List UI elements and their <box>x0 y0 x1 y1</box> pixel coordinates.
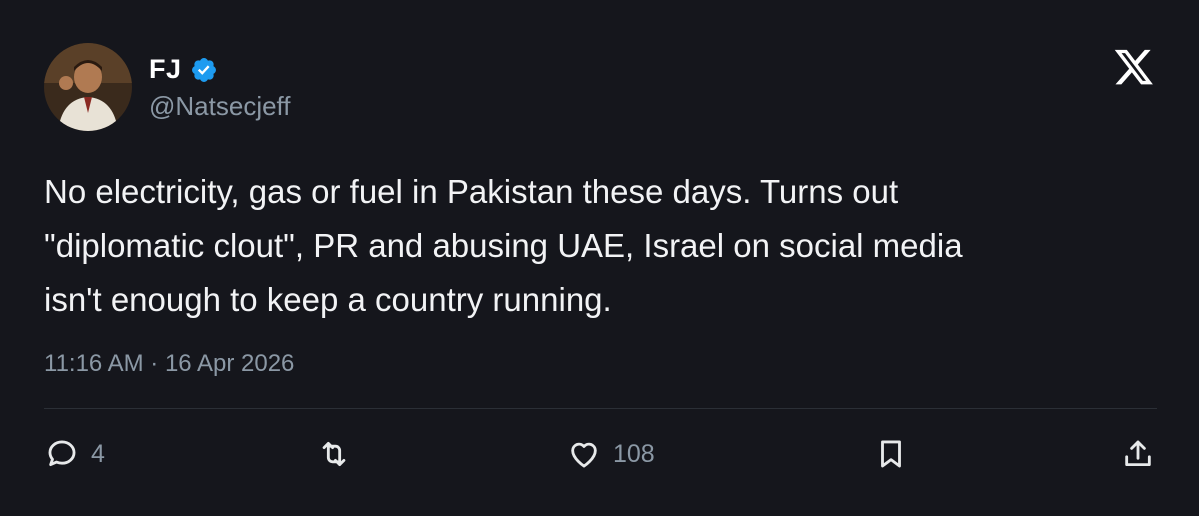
verified-badge-icon <box>191 57 216 82</box>
like-button[interactable]: 108 <box>567 437 655 471</box>
share-icon <box>1125 440 1151 467</box>
bookmark-button[interactable] <box>874 437 908 471</box>
divider <box>44 408 1157 409</box>
x-logo-icon[interactable] <box>1113 49 1155 87</box>
reply-icon <box>48 440 76 467</box>
tweet-timestamp[interactable]: 11:16 AM · 16 Apr 2026 <box>44 350 294 378</box>
heart-icon <box>571 442 597 468</box>
retweet-button[interactable] <box>317 437 351 471</box>
retweet-icon <box>322 441 346 467</box>
reply-count: 4 <box>91 439 105 468</box>
avatar-image <box>44 43 132 131</box>
share-button[interactable] <box>1121 437 1155 471</box>
like-count: 108 <box>613 439 655 468</box>
author-name-row[interactable]: FJ <box>149 54 218 85</box>
author-name[interactable]: FJ <box>149 54 182 85</box>
bookmark-icon <box>881 440 901 468</box>
reply-button[interactable]: 4 <box>45 437 105 471</box>
avatar[interactable] <box>44 43 132 131</box>
tweet-text: No electricity, gas or fuel in Pakistan … <box>44 173 963 318</box>
author-handle[interactable]: @Natsecjeff <box>149 91 291 122</box>
